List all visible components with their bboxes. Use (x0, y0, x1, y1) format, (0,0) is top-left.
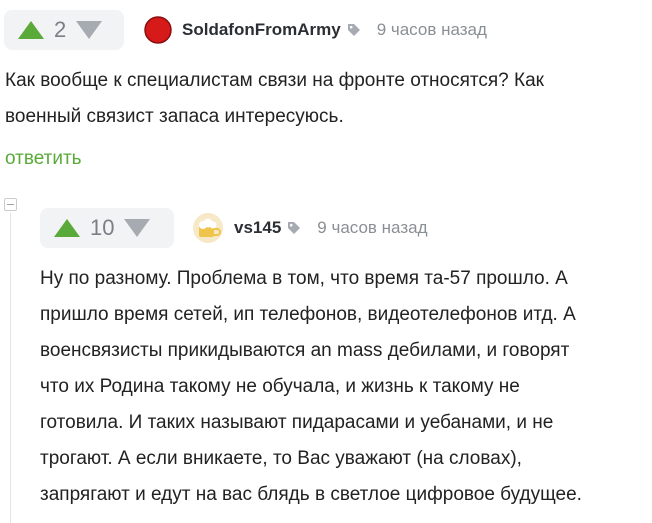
comment-vote-block: 10 (40, 208, 174, 248)
reply-button[interactable]: ответить (5, 148, 82, 170)
comment-author-row: vs145 9 часов назад (192, 212, 428, 244)
rating-count: 2 (54, 17, 67, 42)
comment-line: Ну по разному. Проблема в том, что время… (40, 268, 568, 289)
downvote-button[interactable] (76, 20, 103, 40)
comment-author-row: SoldafonFromArmy 9 часов назад (144, 14, 487, 46)
comment-body: Как вообще к специалистам связи на фронт… (5, 63, 544, 135)
arrow-down-icon (76, 21, 103, 39)
arrow-down-icon (124, 219, 151, 237)
tag-icon[interactable] (287, 221, 301, 235)
timestamp-link[interactable]: 9 часов назад (377, 20, 487, 40)
username-link[interactable]: SoldafonFromArmy (182, 20, 341, 40)
rating-count: 10 (90, 215, 115, 240)
collapse-thread-button[interactable] (4, 198, 17, 211)
comment-line: Как вообще к специалистам связи на фронт… (5, 70, 544, 91)
downvote-button[interactable] (124, 218, 151, 238)
avatar[interactable] (192, 212, 224, 244)
username-link[interactable]: vs145 (234, 218, 281, 238)
minus-icon (7, 204, 14, 205)
comment-line: трогают. А если вникаете, то Вас уважают… (40, 448, 522, 469)
upvote-button[interactable] (54, 218, 80, 238)
timestamp-link[interactable]: 9 часов назад (317, 218, 427, 238)
upvote-button[interactable] (18, 20, 44, 40)
comment-line: готовила. И таких называют пидарасами и … (40, 412, 554, 433)
arrow-up-icon (18, 21, 44, 39)
arrow-up-icon (54, 219, 80, 237)
thread-line[interactable] (10, 213, 11, 523)
comment-line: запрягают и едут на вас блядь в светлое … (40, 484, 582, 505)
comment-line: военсвязисты прикидываются an mass дебил… (40, 340, 570, 361)
comment-line: военный связист запаса интересуюсь. (5, 106, 344, 127)
comment-body: Ну по разному. Проблема в том, что время… (40, 261, 582, 513)
avatar[interactable] (144, 16, 172, 44)
comment-line: что их Родина такому не обучала, и жизнь… (40, 376, 520, 397)
comment-line: пришло время сетей, ип телефонов, видеот… (40, 304, 576, 325)
comment-vote-block: 2 (4, 10, 124, 50)
tag-icon[interactable] (347, 23, 361, 37)
